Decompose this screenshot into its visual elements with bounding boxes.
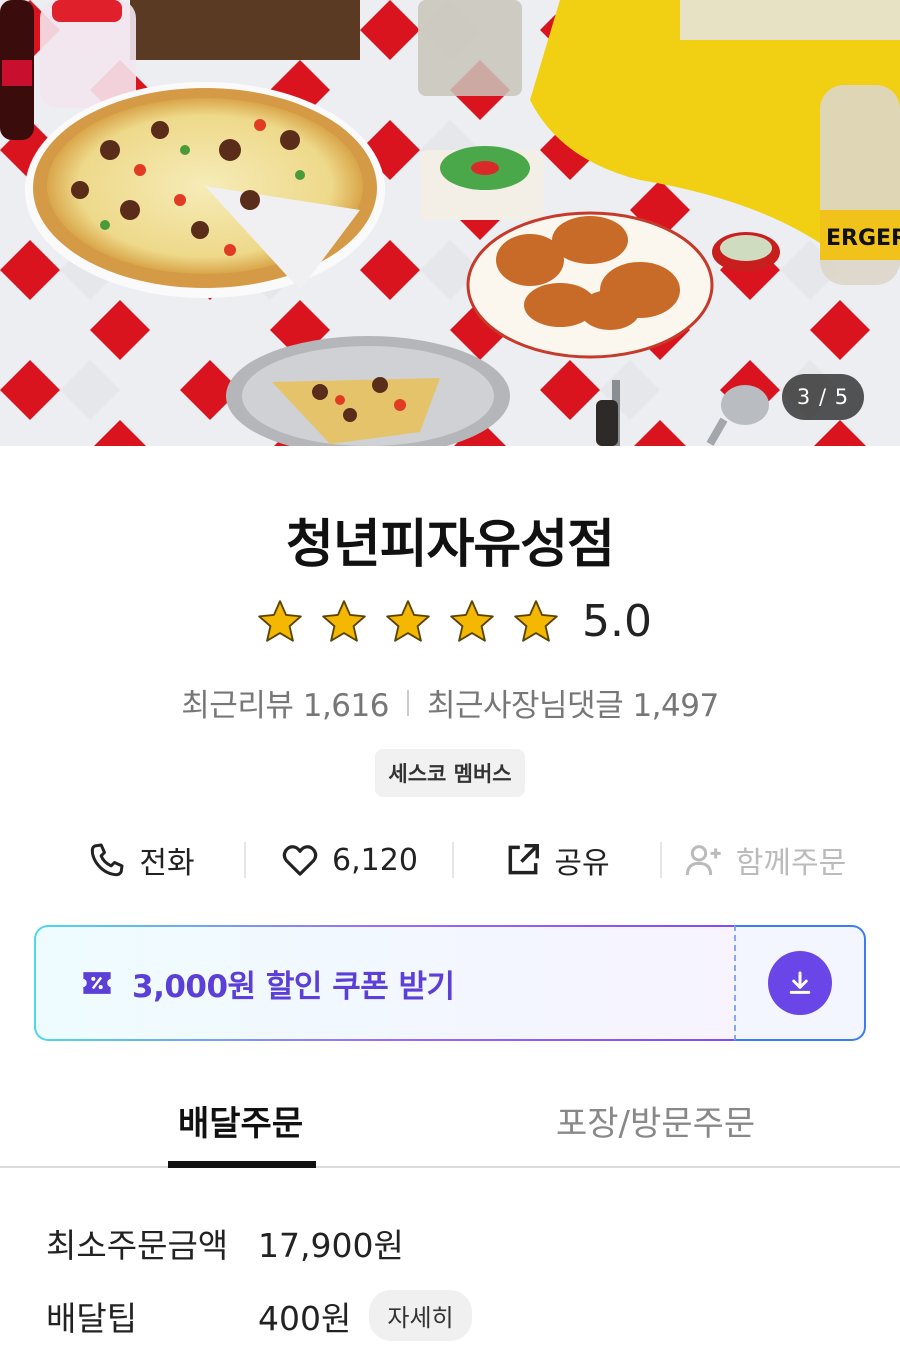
min-order-row: 최소주문금액 17,900원	[46, 1219, 404, 1267]
delivery-tip-row: 배달팁 400원 자세히	[46, 1290, 472, 1341]
star-icon	[258, 599, 302, 642]
tab-delivery[interactable]: 배달주문	[178, 1096, 303, 1145]
delivery-tip-detail-button[interactable]: 자세히	[369, 1290, 472, 1341]
store-photo-carousel[interactable]: ERGER 3 / 5	[0, 0, 900, 446]
recent-reviews-count[interactable]: 최근리뷰 1,616	[181, 680, 389, 725]
phone-icon	[91, 843, 124, 877]
pizza-photo: ERGER	[0, 0, 900, 446]
call-button[interactable]: 전화	[38, 830, 244, 890]
star-icon	[322, 599, 366, 642]
add-person-icon	[685, 845, 721, 876]
discount-coupon-banner[interactable]: 3,000원 할인 쿠폰 받기	[34, 925, 866, 1041]
share-label: 공유	[554, 846, 610, 881]
bottle-label: ERGER	[826, 226, 900, 251]
share-icon	[508, 844, 540, 875]
min-order-value: 17,900원	[258, 1226, 404, 1265]
cesco-members-badge: 세스코 멤버스	[375, 749, 525, 797]
star-icon	[514, 599, 558, 642]
call-label: 전화	[139, 846, 195, 881]
coupon-info[interactable]: 3,000원 할인 쿠폰 받기	[34, 925, 738, 1041]
order-type-tabs: 배달주문 포장/방문주문	[0, 1090, 900, 1168]
coupon-download-area[interactable]	[734, 925, 866, 1041]
delivery-tip-label: 배달팁	[46, 1298, 138, 1338]
group-order-label: 함께주문	[735, 846, 847, 881]
tab-pickup[interactable]: 포장/방문주문	[556, 1096, 755, 1145]
like-count: 6,120	[332, 842, 418, 878]
coupon-label: 3,000원 할인 쿠폰 받기	[132, 968, 455, 1005]
min-order-label: 최소주문금액	[46, 1226, 229, 1265]
share-button[interactable]: 공유	[454, 830, 660, 890]
star-icon	[386, 599, 430, 642]
coupon-icon	[83, 972, 111, 994]
like-button[interactable]: 6,120	[246, 830, 452, 890]
action-bar: 전화 6,120 공유 함께주문	[38, 830, 868, 890]
store-name: 청년피자유성점	[286, 515, 615, 575]
coupon-download-button[interactable]	[768, 951, 832, 1015]
owner-replies-count[interactable]: 최근사장님댓글 1,497	[427, 680, 719, 725]
rating-value: 5.0	[582, 596, 652, 647]
download-icon	[789, 971, 811, 994]
rating-row[interactable]: 5.0	[0, 596, 900, 647]
star-icon	[450, 599, 494, 642]
carousel-page-indicator: 3 / 5	[782, 374, 864, 420]
heart-icon	[282, 845, 318, 876]
group-order-button[interactable]: 함께주문	[662, 830, 868, 890]
review-stats[interactable]: 최근리뷰 1,616 최근사장님댓글 1,497	[0, 680, 900, 725]
active-tab-indicator	[168, 1161, 316, 1168]
divider	[406, 689, 409, 716]
delivery-tip-value: 400원	[258, 1298, 352, 1338]
